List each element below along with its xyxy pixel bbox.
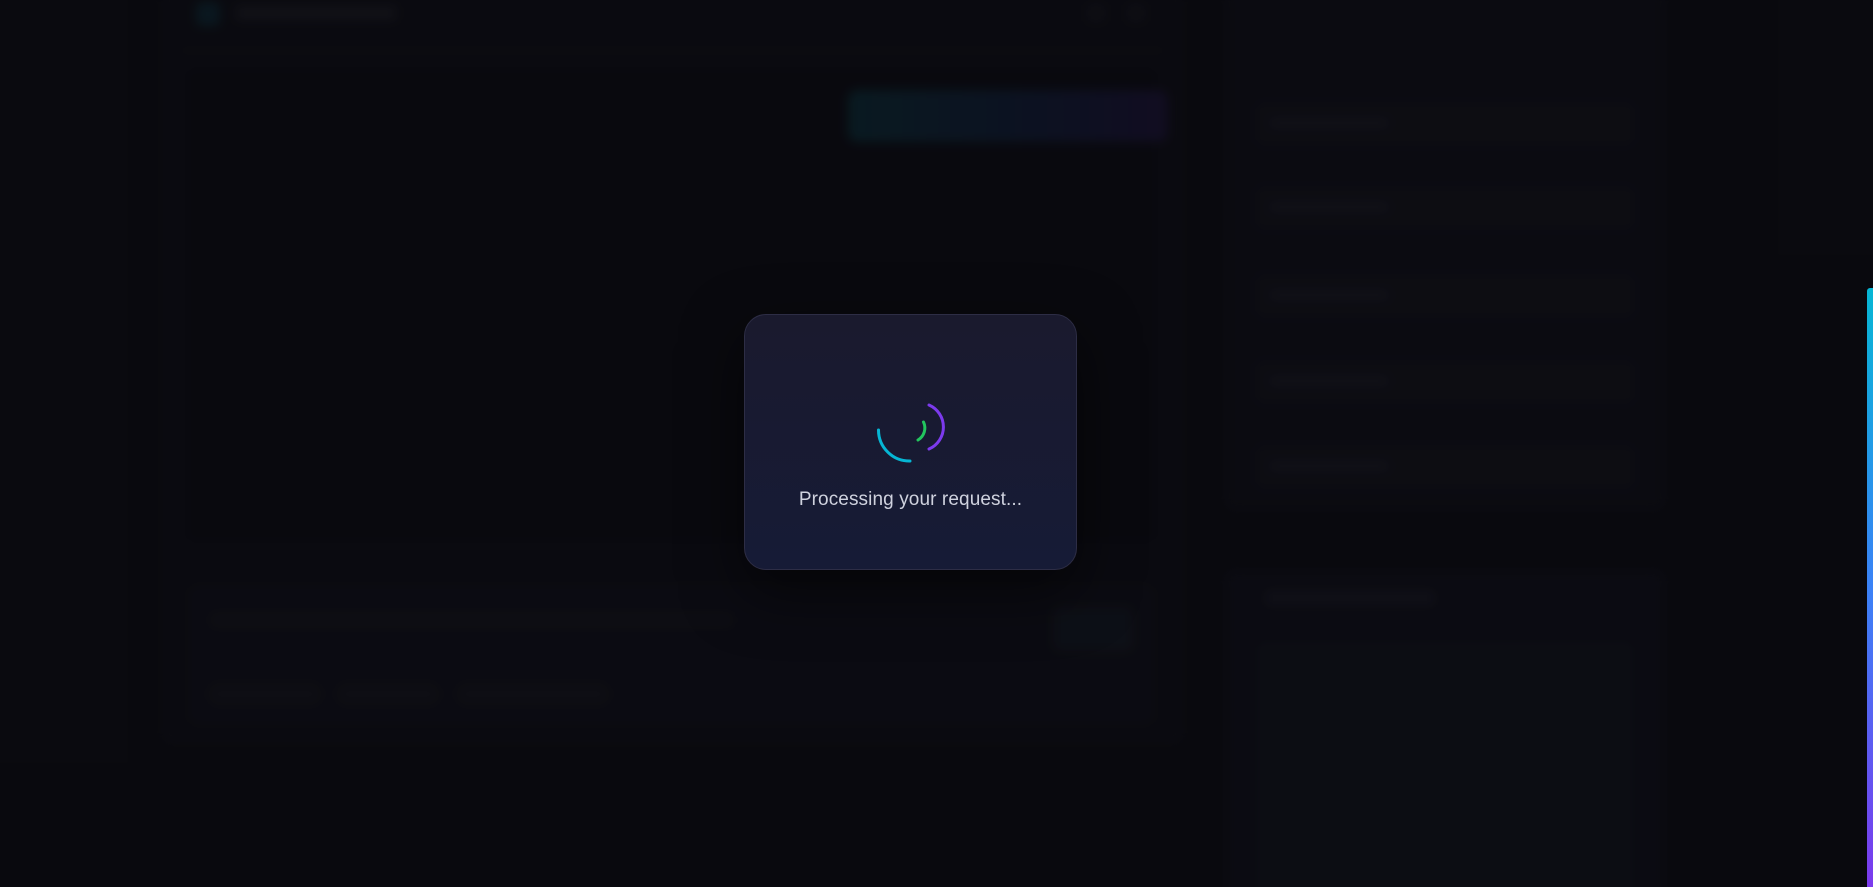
app-root: Processing your request... <box>0 0 1873 887</box>
loading-spinner-icon <box>877 403 945 463</box>
spinner-inner-arc <box>916 420 927 442</box>
loading-modal: Processing your request... <box>744 314 1077 570</box>
scrollbar-thumb[interactable] <box>1867 288 1873 887</box>
loading-message: Processing your request... <box>798 489 1023 510</box>
spinner-outer-arc <box>877 428 912 463</box>
spinner-middle-arc <box>927 403 945 451</box>
